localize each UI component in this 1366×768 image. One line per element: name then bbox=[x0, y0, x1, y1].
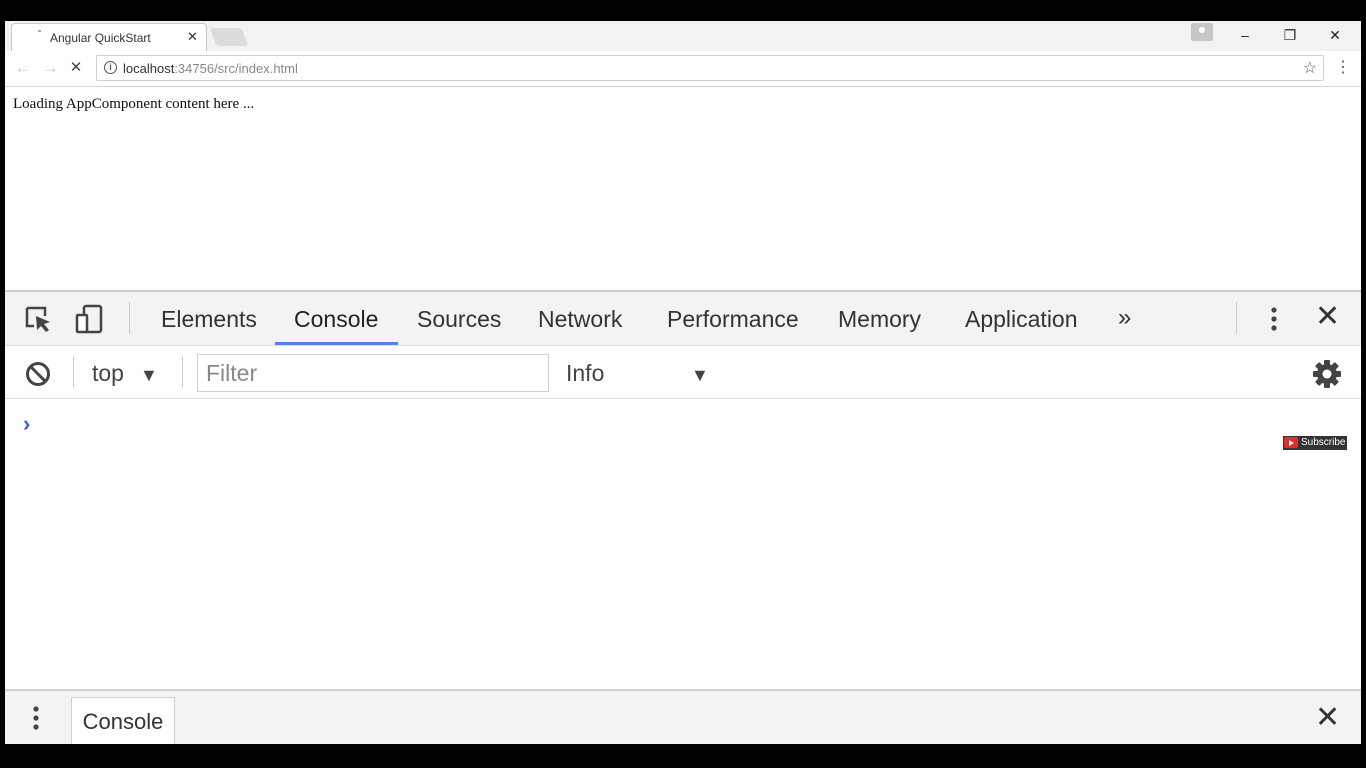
console-toolbar: top ▼ Info ▼ bbox=[5, 346, 1361, 399]
page-content: Loading AppComponent content here ... bbox=[5, 87, 1361, 290]
menu-dots-icon[interactable]: ⋮ bbox=[1335, 58, 1351, 78]
forward-arrow-icon[interactable]: → bbox=[39, 57, 61, 79]
window-close-button[interactable]: ✕ bbox=[1320, 24, 1350, 46]
more-tabs-chevron-icon[interactable]: » bbox=[1118, 304, 1132, 332]
subscribe-badge[interactable]: Subscribe bbox=[1283, 436, 1348, 450]
devtools-panel: Elements Console Sources Network Perform… bbox=[5, 290, 1361, 744]
minimize-button[interactable]: – bbox=[1230, 24, 1260, 46]
url-path: :34756/src/index.html bbox=[174, 61, 298, 76]
devtools-menu-dots-icon[interactable] bbox=[1267, 304, 1281, 334]
browser-tab[interactable]: Angular QuickStart ✕ bbox=[11, 23, 207, 51]
browser-toolbar: ← → ✕ i localhost:34756/src/index.html ☆… bbox=[5, 51, 1361, 87]
devtools-close-button[interactable]: ✕ bbox=[1315, 302, 1340, 332]
drawer-tab-console[interactable]: Console bbox=[71, 697, 175, 744]
divider bbox=[129, 302, 130, 334]
context-dropdown-arrow-icon[interactable]: ▼ bbox=[140, 365, 158, 386]
tab-close-button[interactable]: ✕ bbox=[187, 29, 198, 45]
console-output[interactable]: › bbox=[5, 399, 1361, 689]
tab-sources[interactable]: Sources bbox=[417, 306, 501, 333]
devtools-drawer: Console ✕ bbox=[5, 689, 1361, 744]
url-host: localhost bbox=[123, 61, 175, 76]
stop-loading-icon[interactable]: ✕ bbox=[65, 57, 87, 79]
info-icon[interactable]: i bbox=[104, 61, 117, 74]
clear-console-icon[interactable] bbox=[25, 361, 51, 387]
youtube-icon bbox=[1284, 437, 1298, 448]
tab-strip: Angular QuickStart ✕ – ❐ ✕ bbox=[5, 21, 1361, 51]
tab-title: Angular QuickStart bbox=[50, 31, 151, 45]
filter-input[interactable] bbox=[197, 354, 549, 392]
console-prompt[interactable]: › bbox=[23, 411, 30, 437]
divider bbox=[1236, 302, 1237, 334]
url-text[interactable]: localhost:34756/src/index.html bbox=[123, 61, 298, 76]
log-level-selector[interactable]: Info bbox=[566, 360, 604, 387]
divider bbox=[182, 356, 183, 388]
browser-window: Angular QuickStart ✕ – ❐ ✕ ← → ✕ i local… bbox=[5, 21, 1361, 744]
profile-icon[interactable] bbox=[1191, 23, 1213, 41]
tab-network[interactable]: Network bbox=[538, 306, 622, 333]
drawer-menu-dots-icon[interactable] bbox=[29, 703, 43, 733]
device-toolbar-icon[interactable] bbox=[75, 304, 105, 334]
divider bbox=[73, 356, 74, 388]
devtools-tab-bar: Elements Console Sources Network Perform… bbox=[5, 292, 1361, 346]
context-selector[interactable]: top bbox=[92, 360, 124, 387]
loading-favicon-icon bbox=[38, 30, 41, 32]
tab-elements[interactable]: Elements bbox=[161, 306, 257, 333]
drawer-close-button[interactable]: ✕ bbox=[1315, 703, 1340, 733]
tab-application[interactable]: Application bbox=[965, 306, 1078, 333]
tab-memory[interactable]: Memory bbox=[838, 306, 921, 333]
inspect-element-icon[interactable] bbox=[23, 304, 53, 334]
subscribe-label: Subscribe bbox=[1301, 437, 1346, 448]
restore-button[interactable]: ❐ bbox=[1275, 24, 1305, 46]
bookmark-star-icon[interactable]: ☆ bbox=[1303, 58, 1317, 78]
tab-performance[interactable]: Performance bbox=[667, 306, 799, 333]
active-tab-indicator bbox=[275, 342, 398, 345]
back-arrow-icon[interactable]: ← bbox=[12, 57, 34, 79]
level-dropdown-arrow-icon[interactable]: ▼ bbox=[691, 365, 709, 386]
address-bar[interactable]: i localhost:34756/src/index.html ☆ bbox=[96, 55, 1324, 81]
gear-icon[interactable] bbox=[1312, 359, 1342, 389]
tab-console[interactable]: Console bbox=[294, 306, 378, 333]
new-tab-button[interactable] bbox=[209, 28, 249, 46]
loading-text: Loading AppComponent content here ... bbox=[13, 96, 255, 112]
